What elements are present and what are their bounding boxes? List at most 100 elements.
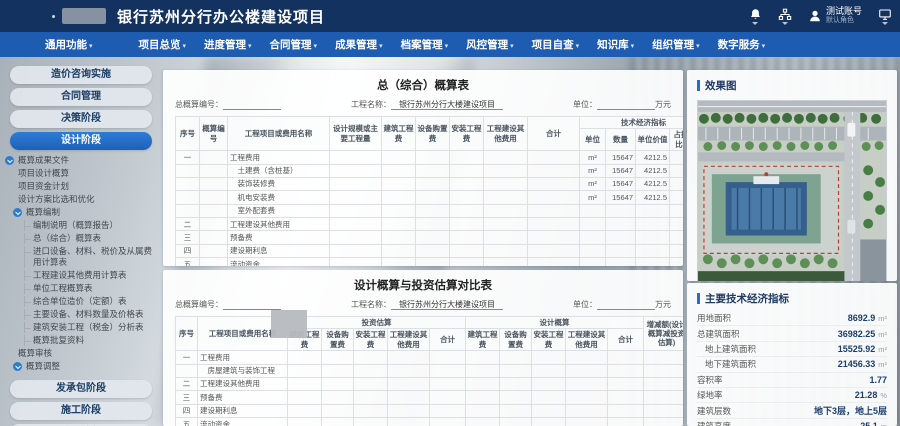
col-header: 增减额(设计概算减投资估算) xyxy=(643,315,683,352)
sidebar-stage-造价咨询实施[interactable]: 造价咨询实施 xyxy=(10,66,152,84)
col-header: 工程建设其他费用 xyxy=(565,328,609,352)
table1-name-field: 工程名称： 银行苏州分行大楼建设项目 xyxy=(351,99,503,110)
org-chart-icon[interactable] xyxy=(778,8,792,25)
panel-general-estimate-table: 总（综合）概算表 总概算编号： 工程名称： 银行苏州分行大楼建设项目 单位： 万元 … xyxy=(163,70,683,266)
table1-unit-field: 单位： 万元 xyxy=(573,100,671,110)
table1-title: 总（综合）概算表 xyxy=(377,80,469,92)
nav-item-1[interactable]: 项目总览 ▾ xyxy=(139,37,187,52)
nav-item-2[interactable]: 进度管理 ▾ xyxy=(204,37,252,52)
main-navbar: 通用功能 ▾ 项目总览 ▾ 进度管理 ▾ 合同管理 ▾ 成果管理 ▾ 档案管理 ▾ 风控管理 ▾ 项目自查 ▾… xyxy=(0,32,900,57)
table-row: 土建费（含桩基） m² 15647 4212.5 xyxy=(175,163,683,178)
nav-item-3[interactable]: 合同管理 ▾ xyxy=(270,37,318,52)
tree-item-14[interactable]: 概算审核 xyxy=(0,348,162,359)
tree-item-3[interactable]: 设计方案比选和优化 xyxy=(0,194,162,205)
page-title: 银行苏州分行办公楼建设项目 xyxy=(117,9,326,26)
col-header: 建筑工程费 xyxy=(381,115,416,152)
indicator-value: 地下3层，地上5层 xyxy=(813,406,887,417)
col-header: 工程建设其他费用 xyxy=(387,328,430,352)
col-group-header: 设计概算 xyxy=(465,315,645,330)
indicator-label: 地下建筑面积 xyxy=(705,359,757,370)
indicator-row: 绿地率 21.28% xyxy=(697,388,887,404)
sidebar-stage-发承包阶段[interactable]: 发承包阶段 xyxy=(10,380,152,398)
app-screen: 银行苏州分行办公楼建设项目 测试账号 默认角色 通用功能 ▾ 项目总览 ▾ 进度… xyxy=(0,0,900,426)
nav-item-6[interactable]: 风控管理 ▾ xyxy=(466,37,514,52)
indicator-value: 1.77 xyxy=(869,374,887,385)
col-header: 设备购置费 xyxy=(415,115,450,152)
tree-item-4[interactable]: 概算编制 xyxy=(0,207,162,218)
table-row: 五流动资金 xyxy=(175,257,683,266)
tree-item-8[interactable]: 工程建设其他费用计算表 xyxy=(24,270,162,281)
tree-item-11[interactable]: 主要设备、材料数量及价格表 xyxy=(24,309,162,320)
compare-table: 序号工程项目或费用名称投资估算设计概算增减额(设计概算减投资估算)备注建筑工程费… xyxy=(175,315,683,426)
col-header: 安装工程费 xyxy=(449,115,484,152)
col-header: 设备购置费 xyxy=(321,328,354,352)
chevron-down-icon[interactable] xyxy=(5,156,14,165)
table1-no-field: 总概算编号： xyxy=(175,99,281,110)
table2-unit-field: 单位： 万元 xyxy=(573,300,671,310)
tree-item-5[interactable]: 编制说明（概算报告） xyxy=(24,220,162,231)
sidebar-stage-施工阶段[interactable]: 施工阶段 xyxy=(10,402,152,420)
table-row: 三预备费 xyxy=(175,390,683,405)
panel-rendering: 效果图 xyxy=(687,70,897,281)
col-header: 单位 xyxy=(579,128,606,152)
sidebar-stage-合同管理[interactable]: 合同管理 xyxy=(10,88,152,106)
table-row: 一工程费用 m² 15647 4212.5 xyxy=(175,150,683,165)
tree-item-13[interactable]: 概算批复资料 xyxy=(24,335,162,346)
nav-item-9[interactable]: 组织管理 ▾ xyxy=(652,37,700,52)
chevron-down-icon[interactable] xyxy=(13,362,22,371)
col-header: 安装工程费 xyxy=(353,328,388,352)
indicator-value: 21456.33 m² xyxy=(837,359,887,370)
table-row: 五流动资金 xyxy=(175,416,683,426)
sidebar: 造价咨询实施 合同管理决策阶段设计阶段概算成果文件 项目设计概算 项目资金计划 设计方案… xyxy=(0,57,162,426)
table-row: 二工程建设其他费用 xyxy=(175,376,683,392)
tree-item-12[interactable]: 建筑安装工程（税金）分析表 xyxy=(24,322,162,333)
tree-item-9[interactable]: 单位工程概算表 xyxy=(24,283,162,294)
user-role: 默认角色 xyxy=(825,17,854,25)
tree-item-7[interactable]: 进口设备、材料、税价及从属费用计算表 xyxy=(24,246,162,268)
tree-item-0[interactable]: 概算成果文件 xyxy=(0,155,162,166)
indicator-label: 容积率 xyxy=(697,374,723,385)
table-row: 一工程费用 xyxy=(175,350,683,365)
col-group-header: 技术经济指标 xyxy=(579,115,683,130)
indicators-title: 主要技术经济指标 xyxy=(705,293,789,305)
chevron-down-icon[interactable] xyxy=(13,208,22,217)
nav-item-10[interactable]: 数字服务 ▾ xyxy=(718,37,766,52)
tree-item-15[interactable]: 概算调整 xyxy=(0,361,162,372)
user-name: 测试账号 xyxy=(825,6,862,17)
indicator-row: 容积率 1.77 xyxy=(697,373,887,388)
nav-item-4[interactable]: 成果管理 ▾ xyxy=(335,37,383,52)
table-row: 装饰装修费 m² 15647 4212.5 xyxy=(175,176,683,192)
tree-item-6[interactable]: 总（综合）概算表 xyxy=(24,233,162,244)
table2-title: 设计概算与投资估算对比表 xyxy=(354,280,492,292)
site-plan-image[interactable] xyxy=(697,100,887,281)
sidebar-stage-设计阶段[interactable]: 设计阶段 xyxy=(10,132,152,150)
col-header: 单位价值 xyxy=(635,128,670,152)
nav-item-5[interactable]: 档案管理 ▾ xyxy=(401,37,449,52)
tree-item-1[interactable]: 项目设计概算 xyxy=(0,168,162,179)
redaction-box xyxy=(271,310,307,338)
user-avatar-icon xyxy=(810,10,820,22)
top-header: 银行苏州分行办公楼建设项目 测试账号 默认角色 xyxy=(0,0,900,32)
indicator-row: 建筑层数 地下3层，地上5层 xyxy=(697,403,887,419)
user-menu[interactable]: 测试账号 默认角色 xyxy=(808,6,862,25)
panel-compare-table: 设计概算与投资估算对比表 总概算编号： 工程名称： 银行苏州分行大楼建设项目 单位… xyxy=(163,270,683,426)
indicator-row: 地下建筑面积 21456.33 m² xyxy=(697,357,887,373)
tree-item-10[interactable]: 综合单位造价（定额）表 xyxy=(24,296,162,307)
col-header: 数量 xyxy=(605,128,636,152)
nav-item-8[interactable]: 知识库 ▾ xyxy=(597,37,634,52)
table-row: 三预备费 xyxy=(175,230,683,245)
nav-item-0[interactable]: 通用功能 ▾ xyxy=(45,37,93,52)
panel-indicators: 主要技术经济指标 用地面积 8692.9 m² 总建筑面积 36982.25 m² 地上建筑… xyxy=(687,283,897,426)
section-bar xyxy=(697,80,700,91)
notification-bell-icon[interactable] xyxy=(749,8,762,25)
monitor-icon[interactable] xyxy=(878,8,892,25)
tree-item-2[interactable]: 项目资金计划 xyxy=(0,181,162,192)
table2-name-field: 工程名称： 银行苏州分行大楼建设项目 xyxy=(351,299,503,310)
nav-item-7[interactable]: 项目自查 ▾ xyxy=(532,37,580,52)
indicator-row: 建筑高度 25.1m xyxy=(697,419,887,426)
sidebar-stage-决策阶段[interactable]: 决策阶段 xyxy=(10,110,152,128)
col-header: 序号 xyxy=(175,315,198,352)
table-row: 机电安装费 m² 15647 4212.5 xyxy=(175,190,683,205)
indicator-label: 绿地率 xyxy=(697,390,723,401)
col-header: 概算编号 xyxy=(199,115,228,152)
